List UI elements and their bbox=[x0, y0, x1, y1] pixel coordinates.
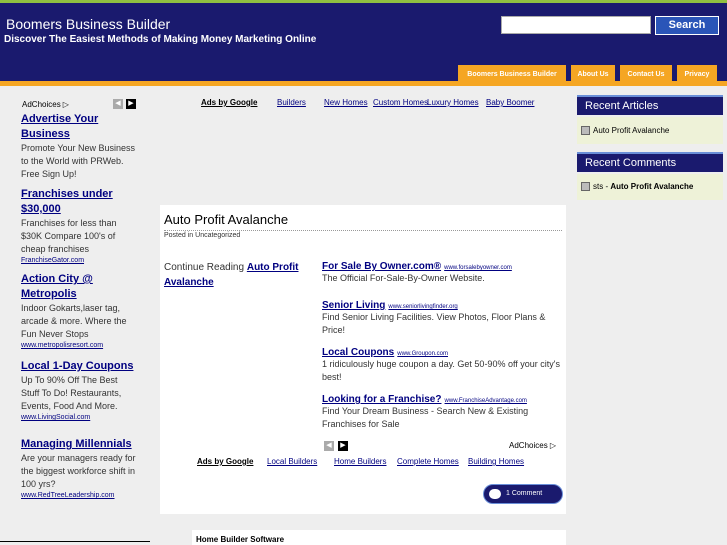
site-header: Boomers Business Builder Discover The Ea… bbox=[0, 3, 727, 85]
post-ad-item: For Sale By Owner.com® www.forsalebyowne… bbox=[322, 260, 562, 285]
adchoices-icon[interactable]: ▷ bbox=[63, 100, 69, 109]
ad-description: Franchises for less than $30K Compare 10… bbox=[21, 218, 117, 254]
comment-icon bbox=[581, 182, 590, 192]
ad-title-link[interactable]: Managing Millennials bbox=[21, 437, 136, 452]
bottom-panel: Home Builder Software bbox=[192, 530, 566, 545]
post-panel: Auto Profit Avalanche Posted in Uncatego… bbox=[160, 205, 566, 514]
post-ad-url-link[interactable]: www.FranchiseAdvantage.com bbox=[445, 398, 527, 404]
post-ad-prev-arrow-icon[interactable]: ◀ bbox=[324, 441, 334, 451]
ad-url-link[interactable]: www.RedTreeLeadership.com bbox=[21, 491, 136, 501]
ad-link-luxury-homes[interactable]: Luxury Homes bbox=[427, 98, 479, 112]
ad-link-custom-homes[interactable]: Custom Homes bbox=[373, 98, 428, 112]
post-meta-prefix: Posted in bbox=[164, 232, 194, 239]
bottom-ad-link-complete-homes[interactable]: Complete Homes bbox=[397, 457, 459, 466]
ad-description: Are your managers ready for the biggest … bbox=[21, 453, 136, 489]
ad-url-link[interactable]: FranchiseGator.com bbox=[21, 256, 136, 266]
search-button[interactable]: Search bbox=[655, 16, 719, 35]
post-ad-item: Senior Living www.seniorlivingfinder.org… bbox=[322, 299, 562, 337]
site-description: Discover The Easiest Methods of Making M… bbox=[4, 34, 317, 45]
post-title[interactable]: Auto Profit Avalanche bbox=[164, 212, 288, 227]
ad-link-new-homes[interactable]: New Homes bbox=[324, 98, 368, 112]
ads-by-google-label[interactable]: Ads by Google bbox=[201, 98, 257, 112]
comment-post-link[interactable]: Auto Profit Avalanche bbox=[610, 182, 693, 191]
post-ad-title-link[interactable]: Looking for a Franchise? bbox=[322, 394, 441, 405]
continue-text: Continue Reading bbox=[164, 262, 245, 273]
bottom-ad-link-building-homes[interactable]: Building Homes bbox=[468, 457, 524, 466]
recent-article-link[interactable]: Auto Profit Avalanche bbox=[593, 126, 669, 135]
ad-title-link[interactable]: Advertise Your Business bbox=[21, 112, 136, 142]
bottom-ad-link-local-builders[interactable]: Local Builders bbox=[267, 457, 317, 466]
ad-item: Managing Millennials Are your managers r… bbox=[16, 437, 136, 501]
recent-articles-list: Auto Profit Avalanche bbox=[577, 117, 723, 144]
ad-item: Action City @ Metropolis Indoor Gokarts,… bbox=[16, 272, 136, 351]
post-ad-next-arrow-icon[interactable]: ▶ bbox=[338, 441, 348, 451]
ad-description: Promote Your New Business to the World w… bbox=[21, 143, 136, 179]
bottom-panel-title[interactable]: Home Builder Software bbox=[196, 535, 284, 544]
ad-description: Indoor Gokarts,laser tag, arcade & more.… bbox=[21, 303, 127, 339]
post-adchoices[interactable]: AdChoices ▷ bbox=[509, 441, 556, 450]
post-ad-title-link[interactable]: For Sale By Owner.com® bbox=[322, 261, 441, 272]
post-ad-item: Local Coupons www.Groupon.com 1 ridiculo… bbox=[322, 346, 562, 384]
adchoices-header: AdChoices ▷ ◀ ▶ bbox=[16, 96, 136, 112]
post-ad-description: Find Senior Living Facilities. View Phot… bbox=[322, 312, 546, 335]
post-ad-title-link[interactable]: Senior Living bbox=[322, 300, 385, 311]
bottom-ads-by-google-label[interactable]: Ads by Google bbox=[197, 457, 253, 466]
ad-item: Advertise Your Business Promote Your New… bbox=[16, 112, 136, 181]
post-ad-url-link[interactable]: www.forsalebyowner.com bbox=[444, 265, 512, 271]
post-ad-url-link[interactable]: www.Groupon.com bbox=[397, 351, 448, 357]
post-meta: Posted in Uncategorized bbox=[164, 232, 240, 239]
document-icon bbox=[581, 126, 590, 136]
ad-description: Up To 90% Off The Best Stuff To Do! Rest… bbox=[21, 375, 122, 411]
comments-count[interactable]: 1 Comment bbox=[506, 490, 542, 497]
post-ad-item: Looking for a Franchise? www.FranchiseAd… bbox=[322, 393, 562, 431]
ad-link-baby-boomer[interactable]: Baby Boomer bbox=[486, 98, 534, 112]
site-title[interactable]: Boomers Business Builder bbox=[6, 16, 170, 32]
ad-title-link[interactable]: Local 1-Day Coupons bbox=[21, 359, 136, 374]
search-input[interactable] bbox=[501, 16, 651, 34]
post-ad-url-link[interactable]: www.seniorlivingfinder.org bbox=[388, 304, 457, 310]
comments-button[interactable]: 1 Comment bbox=[483, 484, 563, 504]
post-ad-description: The Official For-Sale-By-Owner Website. bbox=[322, 273, 485, 283]
ad-link-builders[interactable]: Builders bbox=[277, 98, 306, 112]
ad-prev-arrow-icon[interactable]: ◀ bbox=[113, 99, 123, 109]
bottom-left-divider bbox=[0, 541, 150, 542]
bottom-ad-link-home-builders[interactable]: Home Builders bbox=[334, 457, 386, 466]
post-adchoices-label[interactable]: AdChoices bbox=[509, 441, 548, 450]
ad-url-link[interactable]: www.metropolisresort.com bbox=[21, 341, 136, 351]
ad-title-link[interactable]: Franchises under $30,000 bbox=[21, 187, 136, 217]
adchoices-icon[interactable]: ▷ bbox=[550, 441, 556, 450]
adchoices-label[interactable]: AdChoices bbox=[22, 100, 61, 109]
comment-bubble-icon bbox=[489, 489, 501, 499]
post-ad-description: 1 ridiculously huge coupon a day. Get 50… bbox=[322, 359, 561, 382]
comment-author: sts bbox=[593, 182, 604, 191]
post-ad-description: Find Your Dream Business - Search New & … bbox=[322, 406, 529, 429]
header-stripe bbox=[0, 81, 727, 86]
left-ad-column: AdChoices ▷ ◀ ▶ Advertise Your Business … bbox=[16, 96, 136, 507]
ad-item: Local 1-Day Coupons Up To 90% Off The Be… bbox=[16, 359, 136, 423]
recent-comments-heading: Recent Comments bbox=[577, 152, 723, 172]
recent-articles-heading: Recent Articles bbox=[577, 95, 723, 115]
ad-title-link[interactable]: Action City @ Metropolis bbox=[21, 272, 136, 302]
ad-next-arrow-icon[interactable]: ▶ bbox=[126, 99, 136, 109]
continue-reading: Continue Reading Auto Profit Avalanche bbox=[164, 260, 314, 290]
post-ad-title-link[interactable]: Local Coupons bbox=[322, 347, 394, 358]
recent-comments-list: sts - Auto Profit Avalanche bbox=[577, 174, 723, 200]
post-category-link[interactable]: Uncategorized bbox=[195, 232, 240, 239]
post-divider bbox=[164, 230, 562, 231]
ad-url-link[interactable]: www.LivingSocial.com bbox=[21, 413, 136, 423]
ad-item: Franchises under $30,000 Franchises for … bbox=[16, 187, 136, 266]
